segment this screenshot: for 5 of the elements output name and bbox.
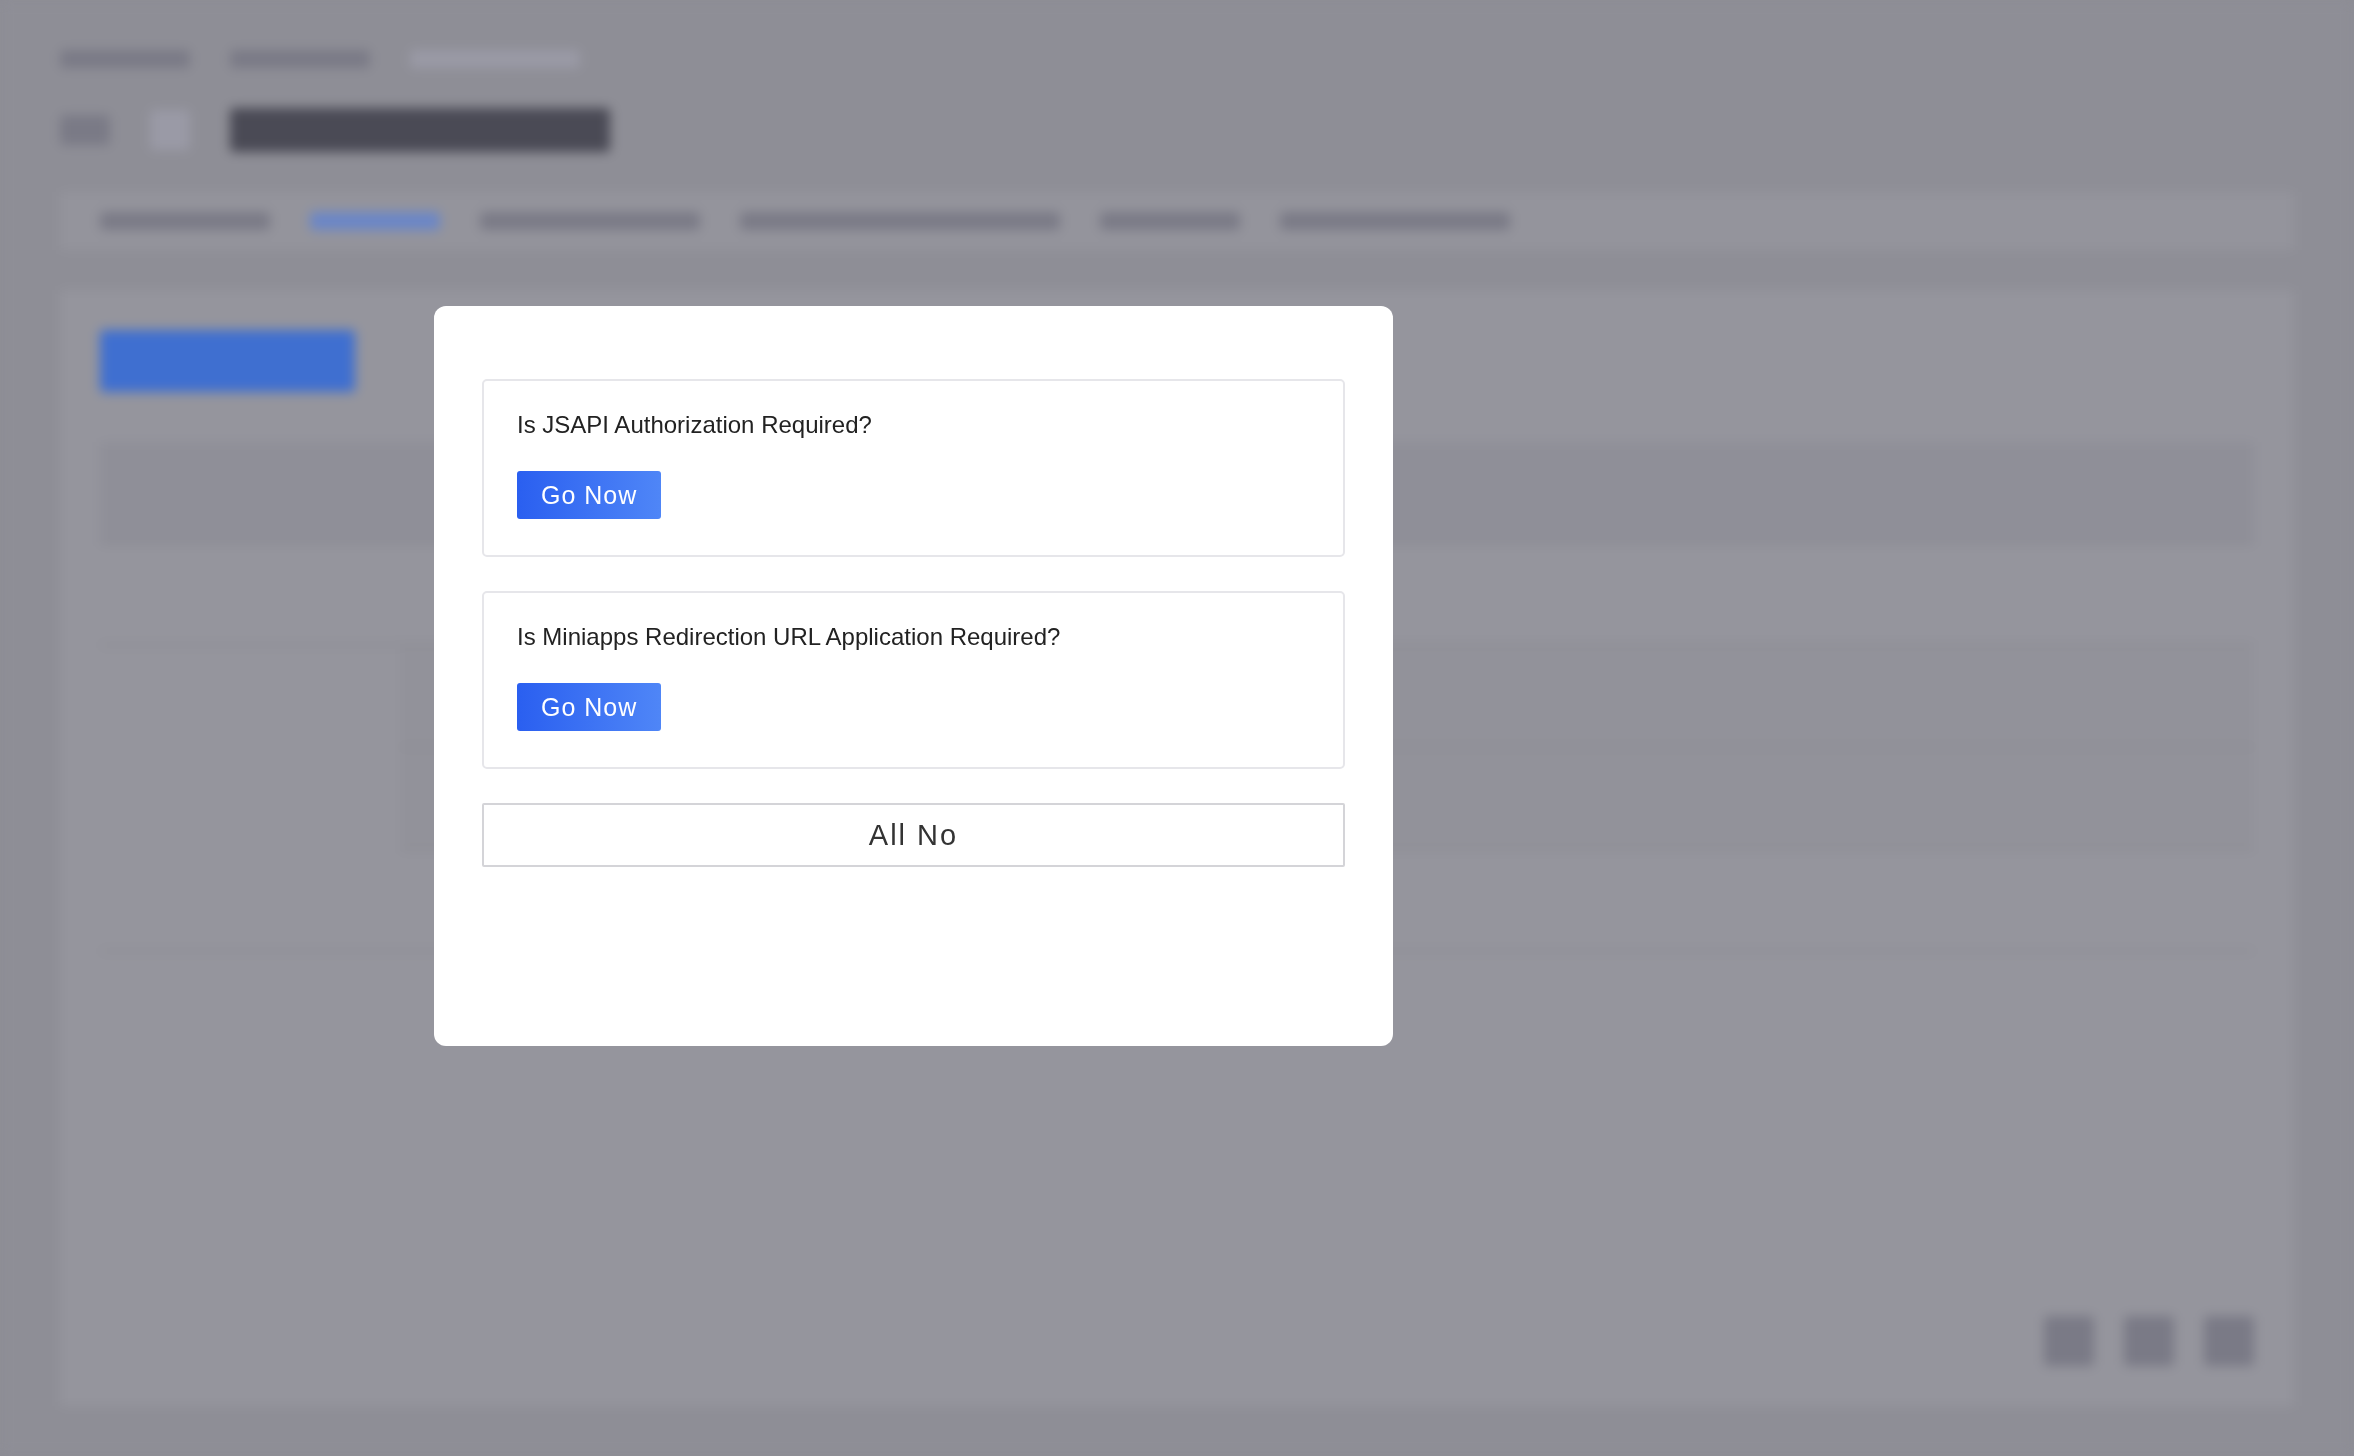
question-text: Is JSAPI Authorization Required?: [517, 411, 872, 439]
go-now-button[interactable]: Go Now: [517, 683, 662, 731]
question-text: Is Miniapps Redirection URL Application Required?: [517, 623, 1061, 651]
all-no-button[interactable]: All No: [482, 803, 1345, 867]
go-now-button[interactable]: Go Now: [517, 471, 662, 519]
